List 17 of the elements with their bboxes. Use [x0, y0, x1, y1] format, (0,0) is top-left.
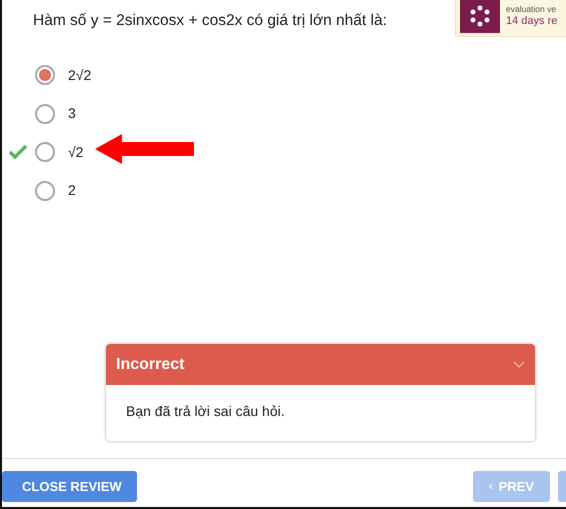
radio-button[interactable] [35, 65, 55, 86]
close-button[interactable]: CLOSE REVIEW [2, 471, 137, 502]
feedback-title: Incorrect [116, 354, 184, 374]
feedback-message: Bạn đã trả lời sai câu hỏi. [125, 402, 286, 421]
chevron-down-icon[interactable] [513, 360, 525, 368]
trial-days-text: 14 days re [506, 15, 558, 27]
chevron-left-icon [489, 481, 493, 492]
option-label: √2 [68, 142, 84, 162]
option-label: 3 [68, 104, 76, 124]
option-label: 2 [68, 181, 76, 200]
option-label: 2√2 [68, 66, 92, 85]
notice-text: evaluation ve [506, 3, 558, 15]
question-text: Hàm số y = 2sinxcosx + cos2x có giá trị lớn nhất là: [33, 11, 387, 31]
radio-button[interactable] [35, 180, 55, 201]
arrow-icon [95, 134, 195, 164]
radio-button[interactable] [35, 142, 55, 162]
radio-button[interactable] [35, 104, 55, 124]
